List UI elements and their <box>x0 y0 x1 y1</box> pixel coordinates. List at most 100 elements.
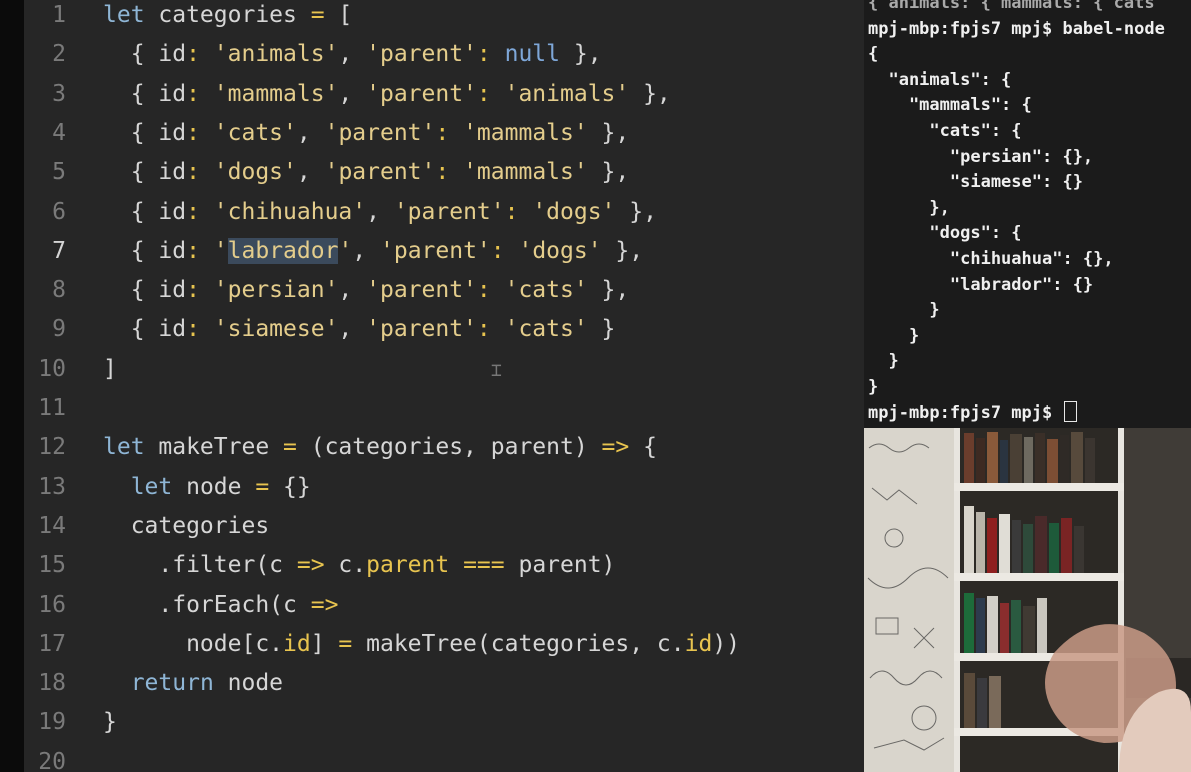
terminal-line: } <box>868 324 919 350</box>
code-token: id <box>158 119 187 146</box>
terminal-text: { <box>868 44 879 65</box>
line-number: 2 <box>52 41 66 68</box>
code-token: 'chihuahua' <box>213 198 367 225</box>
code-line[interactable]: 3 { id: 'mammals', 'parent': 'animals' }… <box>24 75 671 114</box>
code-line[interactable]: 20 <box>24 743 66 772</box>
terminal-line: { <box>868 42 878 68</box>
code-text: .filter(c => c.parent === parent) <box>103 546 615 585</box>
code-line[interactable]: 1 let categories = [ <box>24 0 352 35</box>
code-line[interactable]: 13 let node = {} <box>24 468 310 507</box>
code-token: )) <box>712 630 741 657</box>
code-line[interactable]: 6 { id: 'chihuahua', 'parent': 'dogs' }, <box>24 193 657 232</box>
line-number: 1 <box>52 2 66 28</box>
terminal-line: "persian": {}, <box>868 145 1093 171</box>
webcam-scene-image <box>864 428 1191 772</box>
terminal-text: "siamese": {} <box>868 172 1083 193</box>
code-token: id <box>158 316 187 343</box>
code-token: makeTree <box>144 434 284 461</box>
line-number: 10 <box>38 355 66 382</box>
code-token: 'dogs' <box>518 237 602 264</box>
code-line[interactable]: 10] <box>24 350 117 389</box>
line-number: 6 <box>52 198 66 225</box>
terminal-line: "cats": { <box>868 119 1021 145</box>
code-token: , <box>338 277 367 304</box>
code-token: , <box>296 119 325 146</box>
code-line[interactable]: 4 { id: 'cats', 'parent': 'mammals' }, <box>24 114 629 153</box>
terminal-line: mpj-mbp:fpjs7 mpj$ <box>868 400 1078 427</box>
terminal-text: { animals: { mammals: { cats <box>868 0 1155 13</box>
code-token: id <box>158 198 187 225</box>
selected-text: labrador <box>227 237 339 264</box>
code-token: 'siamese' <box>213 316 339 343</box>
code-text: { id: 'chihuahua', 'parent': 'dogs' }, <box>103 193 657 232</box>
terminal-text: }, <box>868 197 950 218</box>
code-token: id <box>158 80 187 107</box>
code-token: id <box>158 277 187 304</box>
code-line[interactable]: 16 .forEach(c => <box>24 586 338 625</box>
terminal-panel[interactable]: { animals: { mammals: { cats mpj-mbp:fpjs… <box>864 0 1191 428</box>
code-line[interactable]: 2 { id: 'animals', 'parent': null }, <box>24 35 601 74</box>
code-token: 'parent' <box>393 198 505 225</box>
line-number: 12 <box>38 434 66 461</box>
code-token: : <box>186 41 214 68</box>
code-token: = <box>338 630 353 657</box>
code-token: 'animals' <box>504 80 630 107</box>
code-line[interactable]: 14 categories <box>24 507 269 546</box>
code-text: { id: 'animals', 'parent': null }, <box>103 35 602 74</box>
code-line[interactable]: 11 <box>24 389 66 428</box>
code-token: { <box>103 198 159 225</box>
line-number: 17 <box>38 630 66 657</box>
code-token: { <box>103 80 159 107</box>
code-token: : <box>186 198 214 225</box>
terminal-text: "dogs": { <box>868 223 1022 244</box>
code-line[interactable]: 18 return node <box>24 664 283 703</box>
code-token: node <box>213 670 284 697</box>
terminal-text: } <box>868 351 899 372</box>
code-token: => <box>296 552 325 579</box>
code-token: 'parent' <box>324 119 436 146</box>
code-token: node <box>172 473 256 500</box>
code-line[interactable]: 15 .filter(c => c.parent === parent) <box>24 546 615 585</box>
code-text: { id: 'dogs', 'parent': 'mammals' }, <box>103 153 630 192</box>
code-token: , <box>338 316 367 343</box>
code-token: 'parent' <box>366 316 477 343</box>
code-line[interactable]: 19} <box>24 703 117 742</box>
webcam-video <box>864 428 1191 772</box>
code-token: node[c. <box>103 630 284 657</box>
terminal-line: } <box>868 349 899 375</box>
terminal-text: } <box>868 377 879 397</box>
code-token: parent) <box>504 552 616 579</box>
code-token: 'parent' <box>366 80 477 107</box>
terminal-line: "labrador": {} <box>868 273 1093 299</box>
code-token: (categories, parent) <box>296 434 602 461</box>
code-token: }, <box>629 80 671 107</box>
code-token: 'dogs' <box>532 198 616 225</box>
code-token: 'mammals' <box>463 159 588 186</box>
terminal-line: { animals: { mammals: { cats <box>868 0 1155 17</box>
code-line[interactable]: 5 { id: 'dogs', 'parent': 'mammals' }, <box>24 153 629 192</box>
code-token: = <box>310 2 325 28</box>
code-line[interactable]: 7 { id: 'labrador', 'parent': 'dogs' }, <box>24 232 643 271</box>
code-line[interactable]: 9 { id: 'siamese', 'parent': 'cats' } <box>24 310 615 349</box>
code-text: let categories = [ <box>103 0 352 35</box>
code-token: } <box>587 316 616 343</box>
line-number: 4 <box>52 119 66 146</box>
code-line[interactable]: 12 let makeTree = (categories, parent) =>… <box>24 428 657 467</box>
code-editor[interactable]: 1 let categories = [2 { id: 'animals', 'p… <box>24 0 864 772</box>
code-token: let <box>103 2 145 28</box>
code-token: 'dogs' <box>213 159 297 186</box>
code-token: categories <box>144 2 311 28</box>
code-token: 'mammals' <box>463 119 588 146</box>
code-line[interactable]: 17 node[c.id] = makeTree(categories, c.i… <box>24 625 740 664</box>
code-token: 'parent' <box>366 277 477 304</box>
line-number: 13 <box>38 473 66 500</box>
terminal-line: mpj-mbp:fpjs7 mpj$ babel-node <box>868 17 1165 43</box>
code-token: { <box>103 41 159 68</box>
code-token: let <box>103 434 145 461</box>
code-token: = <box>255 473 270 500</box>
code-token: : <box>504 198 533 225</box>
code-text: let makeTree = (categories, parent) => { <box>103 428 657 467</box>
code-line[interactable]: 8 { id: 'persian', 'parent': 'cats' }, <box>24 271 629 310</box>
code-text: } <box>103 703 117 742</box>
